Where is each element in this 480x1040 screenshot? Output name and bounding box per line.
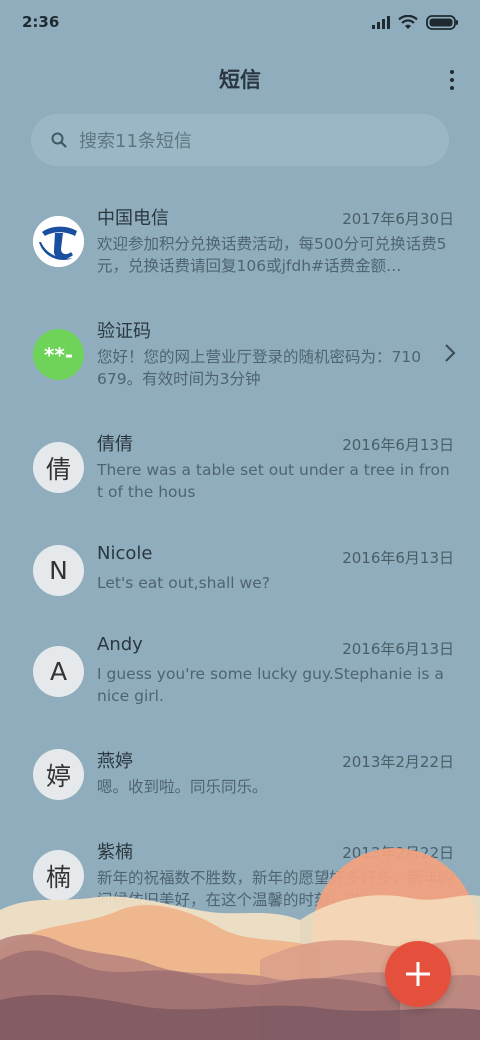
message-item[interactable]: A Andy 2016年6月13日 I guess you're some lu…: [0, 616, 480, 728]
wifi-icon: [398, 14, 418, 29]
page-title: 短信: [219, 68, 261, 92]
message-preview: There was a table set out under a tree i…: [97, 461, 450, 501]
contact-name: Andy: [97, 634, 143, 655]
message-item[interactable]: 楠 紫楠 2013年2月22日 新年的祝福数不胜数，新年的愿望好多好多，新年的问…: [0, 820, 480, 932]
more-dot-icon: [450, 70, 454, 74]
search-icon: [51, 132, 67, 148]
chevron-right-icon[interactable]: [444, 343, 456, 363]
header: 短信: [0, 56, 480, 102]
message-item[interactable]: 倩 倩倩 2016年6月13日 There was a table set ou…: [0, 412, 480, 524]
message-preview: 您好！您的网上营业厅登录的随机密码为：710679。有效时间为3分钟: [97, 348, 422, 388]
contact-avatar: N: [33, 545, 84, 596]
contact-name: 子玲: [97, 955, 133, 976]
contact-name: 燕婷: [97, 751, 133, 772]
message-preview: 新年的祝福数不胜数，新年的愿望好多好多，新年的问候依旧美好，在这个温馨的时刻，送…: [97, 869, 454, 909]
contact-name: 中国电信: [97, 208, 169, 229]
message-date: 2017年6月30日: [342, 210, 454, 228]
contact-name: 紫楠: [97, 842, 133, 863]
plus-icon: [406, 962, 430, 986]
message-preview: I guess you're some lucky guy.Stephanie …: [97, 665, 444, 705]
signal-icon: [372, 15, 390, 29]
battery-icon: [426, 14, 458, 30]
message-date: 2016年6月13日: [342, 640, 454, 658]
verification-code-avatar: **-: [33, 329, 84, 380]
contact-name: 倩倩: [97, 434, 133, 455]
message-date: 2013年2月22日: [342, 753, 454, 771]
message-item[interactable]: **- 验证码 您好！您的网上营业厅登录的随机密码为：710679。有效时间为3…: [0, 299, 480, 411]
contact-name: 验证码: [97, 321, 151, 342]
message-preview: Let's eat out,shall we?: [97, 574, 270, 592]
more-options-button[interactable]: [444, 66, 460, 94]
message-date: 2016年6月13日: [342, 436, 454, 454]
search-input[interactable]: 搜索11条短信: [31, 114, 449, 166]
more-dot-icon: [450, 78, 454, 82]
status-time: 2:36: [22, 13, 60, 31]
contact-avatar: 楠: [33, 850, 84, 901]
contact-avatar: 婷: [33, 749, 84, 800]
contact-avatar: 倩: [33, 442, 84, 493]
new-message-button[interactable]: [385, 941, 451, 1007]
contact-avatar: A: [33, 646, 84, 697]
message-date: 2016年6月13日: [342, 549, 454, 567]
contact-name: Nicole: [97, 543, 153, 564]
search-placeholder: 搜索11条短信: [79, 131, 192, 152]
message-preview: 嗯。收到啦。同乐同乐。: [97, 778, 268, 796]
message-date: 2013年2月22日: [342, 844, 454, 862]
message-preview: 欢迎参加积分兑换话费活动，每500分可兑换话费5元，兑换话费请回复106或jfd…: [97, 235, 447, 275]
more-dot-icon: [450, 86, 454, 90]
contact-avatar: 玲: [33, 963, 84, 1014]
message-item[interactable]: 中国电信 2017年6月30日 欢迎参加积分兑换话费活动，每500分可兑换话费5…: [0, 186, 480, 298]
china-telecom-logo-icon: [33, 216, 84, 267]
status-icons: [372, 14, 458, 30]
status-bar: 2:36: [0, 0, 480, 44]
